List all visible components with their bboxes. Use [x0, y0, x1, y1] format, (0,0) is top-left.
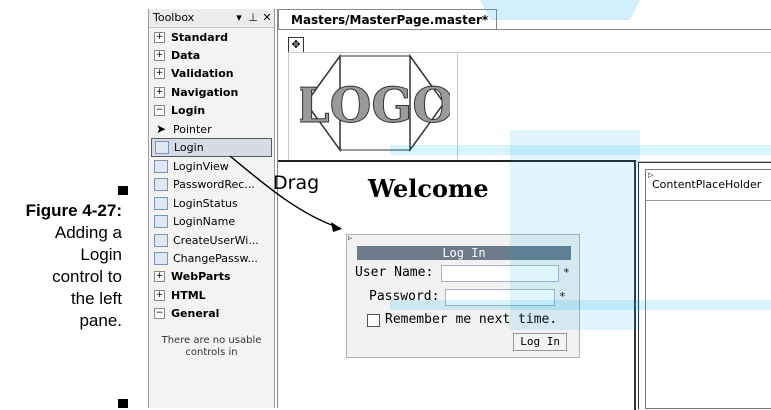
toolbox-group-validation[interactable]: + Validation	[149, 65, 274, 83]
expand-icon: +	[154, 68, 165, 80]
caption-line: Login	[80, 245, 122, 264]
smart-tag-icon[interactable]: ▷	[348, 234, 352, 242]
username-label: User Name:	[355, 265, 434, 280]
collapse-icon: −	[154, 308, 165, 320]
item-label: LoginStatus	[173, 196, 238, 210]
pointer-icon: ➤	[155, 121, 167, 136]
group-label: Standard	[171, 30, 229, 44]
toolbox-item-passwordrecovery[interactable]: PasswordRec...	[149, 176, 274, 194]
group-label: Data	[171, 49, 201, 63]
expand-icon: +	[154, 271, 165, 283]
dropdown-icon[interactable]: ▾	[232, 9, 246, 27]
right-pane[interactable]: ▷ ContentPlaceHolder	[638, 162, 771, 409]
loginview-icon	[154, 160, 168, 174]
group-label: Login	[171, 104, 206, 118]
toolbox-group-login[interactable]: − Login	[149, 102, 274, 120]
group-label: WebParts	[171, 270, 231, 284]
group-label: Navigation	[171, 85, 239, 99]
toolbox-titlebar: Toolbox ▾ ⊥ ✕	[149, 9, 274, 28]
expand-icon: +	[154, 31, 165, 43]
group-label: General	[171, 307, 220, 321]
logo-image: LOGO	[300, 54, 450, 152]
item-label: PasswordRec...	[173, 178, 255, 192]
toolbox-group-data[interactable]: + Data	[149, 46, 274, 64]
toolbox-item-loginname[interactable]: LoginName	[149, 213, 274, 231]
password-required: *	[559, 290, 566, 303]
caption-line: control to	[52, 267, 122, 286]
logo-text: LOGO	[300, 78, 450, 134]
collapse-icon: −	[154, 105, 165, 117]
login-button[interactable]: Log In	[513, 333, 567, 351]
group-label: Validation	[171, 67, 234, 81]
toolbox-item-pointer[interactable]: ➤ Pointer	[149, 120, 274, 138]
username-input[interactable]	[441, 265, 559, 282]
toolbox-empty-message: There are no usable controls in	[161, 334, 262, 358]
passwordrecovery-icon	[154, 178, 168, 192]
header-cell-right[interactable]	[456, 52, 771, 162]
login-control[interactable]: ▷ Log In User Name: * Password: * Rememb…	[346, 234, 580, 358]
toolbox-item-changepassword[interactable]: ChangePassw...	[149, 249, 274, 267]
item-label: LoginView	[173, 160, 229, 174]
pin-icon[interactable]: ⊥	[246, 9, 260, 27]
caption-line: the left	[70, 289, 122, 308]
content-placeholder[interactable]: ▷ ContentPlaceHolder	[645, 169, 771, 409]
username-required: *	[563, 266, 570, 279]
item-label: CreateUserWi...	[173, 233, 259, 247]
caption-line: pane.	[79, 311, 122, 330]
design-surface[interactable]: ✥ LOGO Welcome ▷ Log In User Name: * Pas…	[278, 30, 771, 410]
toolbox-item-createuserwizard[interactable]: CreateUserWi...	[149, 231, 274, 249]
loginname-icon	[154, 215, 168, 229]
expand-icon: +	[154, 86, 165, 98]
left-pane[interactable]: Welcome ▷ Log In User Name: * Password: …	[278, 160, 636, 410]
content-placeholder-label: ContentPlaceHolder	[646, 170, 771, 201]
expand-icon: +	[154, 289, 165, 301]
item-label: LoginName	[173, 215, 236, 229]
changepassword-icon	[154, 251, 168, 265]
item-label: Login	[174, 141, 204, 155]
createuserwizard-icon	[154, 233, 168, 247]
figure-number: Figure 4-27:	[25, 201, 122, 220]
toolbox-group-standard[interactable]: + Standard	[149, 28, 274, 46]
expand-icon: +	[154, 50, 165, 62]
toolbox-panel: Toolbox ▾ ⊥ ✕ + Standard + Data + Validatio…	[148, 9, 275, 408]
move-handle-icon[interactable]: ✥	[288, 37, 304, 53]
caption-line: Adding a	[54, 223, 122, 242]
remember-checkbox[interactable]	[367, 314, 380, 327]
group-label: HTML	[171, 288, 206, 302]
password-label: Password:	[369, 289, 440, 304]
toolbox-group-navigation[interactable]: + Navigation	[149, 83, 274, 101]
drag-annotation: Drag	[273, 172, 320, 194]
toolbox-group-html[interactable]: + HTML	[149, 286, 274, 304]
toolbox-title: Toolbox	[153, 11, 195, 24]
figure-caption: Figure 4-27: Adding a Login control to t…	[0, 200, 122, 332]
document-tab[interactable]: Masters/MasterPage.master*	[278, 9, 498, 30]
password-input[interactable]	[445, 289, 555, 306]
welcome-heading: Welcome	[368, 174, 489, 203]
toolbox-group-webparts[interactable]: + WebParts	[149, 268, 274, 286]
caption-rule-top	[118, 186, 128, 195]
login-title: Log In	[357, 246, 571, 260]
close-icon[interactable]: ✕	[260, 9, 274, 27]
toolbox-group-general[interactable]: − General	[149, 304, 274, 322]
toolbox-item-loginview[interactable]: LoginView	[149, 157, 274, 175]
loginstatus-icon	[154, 196, 168, 210]
item-label: Pointer	[173, 122, 212, 136]
login-control-icon	[155, 141, 169, 155]
item-label: ChangePassw...	[173, 251, 258, 265]
caption-rule-bottom	[118, 399, 128, 408]
toolbox-item-login[interactable]: Login	[151, 138, 272, 158]
designer-window: Masters/MasterPage.master* ✥ LOGO Welcom…	[277, 9, 771, 410]
toolbox-item-loginstatus[interactable]: LoginStatus	[149, 194, 274, 212]
remember-label: Remember me next time.	[385, 312, 558, 327]
